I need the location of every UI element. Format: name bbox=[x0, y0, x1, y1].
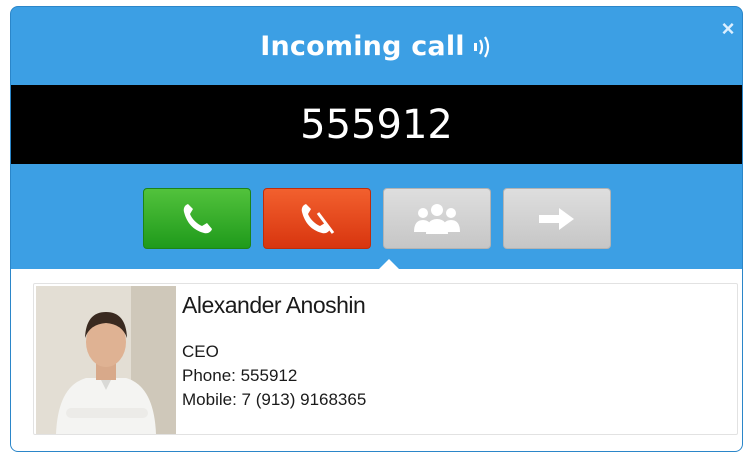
titlebar: Incoming call × bbox=[11, 7, 742, 85]
group-icon bbox=[413, 203, 460, 234]
avatar bbox=[36, 286, 176, 434]
caller-number: 555912 bbox=[11, 85, 742, 164]
transfer-button[interactable] bbox=[502, 188, 611, 249]
contact-title: CEO bbox=[182, 342, 219, 361]
decline-button[interactable] bbox=[262, 188, 371, 249]
phone-icon bbox=[183, 203, 212, 233]
contact-details: CEO Phone: 555912 Mobile: 7 (913) 916836… bbox=[182, 340, 366, 412]
call-actions bbox=[11, 164, 742, 269]
contact-name: Alexander Anoshin bbox=[182, 292, 366, 318]
incoming-call-window: Incoming call × 555912 Alexander Anoshin… bbox=[10, 6, 743, 452]
hangup-icon bbox=[301, 203, 334, 234]
ringing-icon bbox=[473, 33, 493, 59]
window-title: Incoming call bbox=[260, 30, 465, 62]
close-button[interactable]: × bbox=[716, 16, 740, 41]
close-icon: × bbox=[721, 16, 735, 41]
contact-panel: Alexander Anoshin CEO Phone: 555912 Mobi… bbox=[11, 269, 742, 451]
arrow-right-icon bbox=[538, 207, 574, 230]
answer-button[interactable] bbox=[142, 188, 251, 249]
contact-mobile: Mobile: 7 (913) 9168365 bbox=[182, 390, 367, 409]
contact-phone: Phone: 555912 bbox=[182, 366, 298, 385]
contact-card: Alexander Anoshin CEO Phone: 555912 Mobi… bbox=[33, 283, 738, 435]
conference-button[interactable] bbox=[382, 188, 491, 249]
card-pointer bbox=[379, 259, 399, 269]
